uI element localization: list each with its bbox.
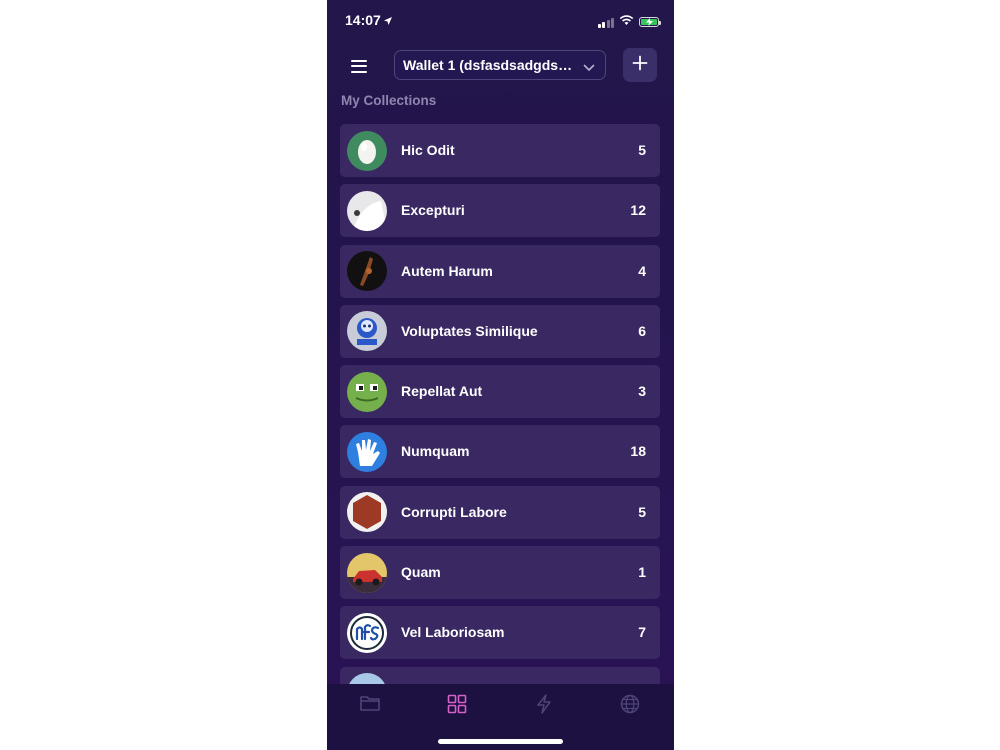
wifi-icon (619, 13, 634, 31)
collection-count: 4 (638, 262, 646, 279)
collection-row[interactable]: Hic Odit 5 (340, 124, 660, 177)
home-indicator (438, 739, 563, 744)
status-indicators (597, 13, 661, 31)
wallet-selector-label: Wallet 1 (dsfasdsadgdsff... (403, 57, 575, 73)
collection-name: Vel Laboriosam (401, 624, 505, 641)
hand-avatar (347, 431, 387, 472)
collection-row[interactable]: Excepturi 12 (340, 184, 660, 238)
collection-row[interactable]: Vel Laboriosam 7 (340, 606, 660, 660)
collection-name: Autem Harum (401, 262, 493, 279)
nfs-logo-avatar (347, 612, 387, 653)
section-title: My Collections (341, 93, 437, 108)
collection-count: 5 (638, 503, 646, 520)
collection-name: Quam (401, 564, 441, 581)
collection-row[interactable]: Quam 1 (340, 546, 660, 600)
tab-folder[interactable] (357, 694, 383, 716)
tab-activity[interactable] (531, 694, 557, 716)
folder-icon (359, 694, 381, 716)
collection-row[interactable]: Autem Harum 4 (340, 244, 660, 298)
collection-name: Excepturi (401, 202, 465, 219)
collection-name: Hic Odit (401, 142, 455, 158)
header-bar: Wallet 1 (dsfasdsadgdsff... (327, 48, 674, 84)
car-avatar (347, 552, 387, 593)
cellular-signal-icon (597, 17, 614, 28)
collection-name: Numquam (401, 443, 470, 460)
wallet-selector[interactable]: Wallet 1 (dsfasdsadgdsff... (394, 50, 606, 80)
collection-count: 3 (638, 383, 646, 400)
plus-icon (632, 55, 648, 76)
dark-figure-avatar (347, 251, 387, 292)
frog-avatar (347, 371, 387, 412)
egg-avatar (347, 130, 387, 171)
location-arrow-icon (383, 13, 393, 31)
chevron-down-icon (583, 59, 595, 75)
collection-row[interactable]: Numquam 18 (340, 425, 660, 479)
collection-row[interactable]: Voluptates Similique 6 (340, 304, 660, 358)
white-object-avatar (347, 190, 387, 231)
collection-name: Voluptates Similique (401, 322, 538, 339)
grid-icon (447, 694, 467, 716)
globe-icon (620, 694, 640, 716)
collection-count: 6 (638, 322, 646, 339)
add-wallet-button[interactable] (623, 48, 657, 82)
collection-name: Repellat Aut (401, 383, 483, 400)
collection-count: 12 (630, 202, 646, 219)
red-hexagon-avatar (347, 492, 387, 533)
collection-count: 1 (638, 564, 646, 581)
menu-button[interactable] (345, 54, 373, 78)
blue-badge-avatar (347, 311, 387, 352)
collection-count: 18 (630, 443, 646, 460)
hamburger-icon (351, 59, 367, 62)
battery-charging-icon (639, 17, 661, 27)
tab-collections[interactable] (444, 694, 470, 716)
collections-list: Hic Odit 5 Excepturi 12 Autem Harum 4 Vo… (340, 124, 660, 714)
status-time: 14:07 (345, 12, 381, 28)
collection-count: 5 (638, 142, 646, 158)
status-bar: 14:07 (327, 0, 674, 40)
tab-browser[interactable] (617, 694, 643, 716)
collection-name: Corrupti Labore (401, 503, 507, 520)
phone-screen: 14:07 Wallet 1 (dsfasdsadgdsff... My Col… (327, 0, 674, 750)
collection-row[interactable]: Corrupti Labore 5 (340, 485, 660, 539)
lightning-icon (536, 694, 552, 716)
collection-row[interactable]: Repellat Aut 3 (340, 365, 660, 419)
collection-count: 7 (638, 624, 646, 641)
